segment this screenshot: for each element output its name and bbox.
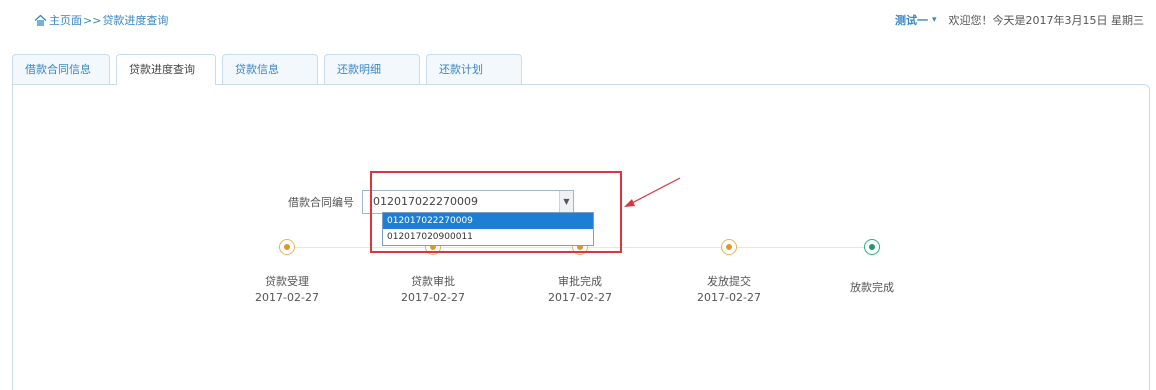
chevron-down-icon[interactable]: ▼ bbox=[559, 191, 573, 213]
step-label: 贷款审批 bbox=[411, 275, 455, 288]
user-area: 测试一 ▾ 欢迎您！今天是2017年3月15日 星期三 bbox=[895, 12, 1144, 28]
contract-label: 借款合同编号 bbox=[288, 196, 354, 209]
step-final-indicator-icon bbox=[864, 239, 880, 255]
contract-dropdown-list: 012017022270009 012017020900011 bbox=[382, 212, 594, 246]
step-date: 2017-02-27 bbox=[401, 291, 465, 304]
dropdown-option[interactable]: 012017022270009 bbox=[383, 213, 593, 229]
tab-bar: 借款合同信息 贷款进度查询 贷款信息 还款明细 还款计划 bbox=[12, 54, 528, 85]
breadcrumb-current: 贷款进度查询 bbox=[102, 14, 169, 27]
step-label: 发放提交 bbox=[707, 275, 751, 288]
step-date: 2017-02-27 bbox=[548, 291, 612, 304]
breadcrumb-home-link[interactable]: 主页面 bbox=[49, 12, 82, 28]
user-menu-caret-icon[interactable]: ▾ bbox=[932, 15, 937, 25]
step-label: 贷款受理 bbox=[265, 275, 309, 288]
step-label: 审批完成 bbox=[558, 275, 602, 288]
step-indicator-icon bbox=[721, 239, 737, 255]
dropdown-option[interactable]: 012017020900011 bbox=[383, 229, 593, 245]
tab-loan-info[interactable]: 贷款信息 bbox=[222, 54, 318, 84]
step-indicator-icon bbox=[279, 239, 295, 255]
step-label: 放款完成 bbox=[850, 281, 894, 294]
greeting-text: 欢迎您！今天是2017年3月15日 星期三 bbox=[948, 14, 1145, 27]
tab-contract-info[interactable]: 借款合同信息 bbox=[12, 54, 110, 84]
contract-selector: 借款合同编号 012017022270009 ▼ bbox=[288, 190, 574, 214]
top-bar: 主页面 >> 贷款进度查询 测试一 ▾ 欢迎您！今天是2017年3月15日 星期… bbox=[0, 0, 1156, 38]
user-name[interactable]: 测试一 bbox=[895, 12, 928, 28]
tab-repayment-details[interactable]: 还款明细 bbox=[324, 54, 420, 84]
tab-repayment-plan[interactable]: 还款计划 bbox=[426, 54, 522, 84]
step-date: 2017-02-27 bbox=[697, 291, 761, 304]
tab-loan-progress[interactable]: 贷款进度查询 bbox=[116, 54, 216, 85]
step-date: 2017-02-27 bbox=[255, 291, 319, 304]
contract-select-value: 012017022270009 bbox=[373, 195, 478, 208]
home-icon[interactable] bbox=[34, 14, 47, 27]
breadcrumb: 主页面 >> 贷款进度查询 bbox=[34, 12, 168, 28]
breadcrumb-separator: >> bbox=[83, 13, 102, 27]
contract-select[interactable]: 012017022270009 ▼ bbox=[362, 190, 574, 214]
